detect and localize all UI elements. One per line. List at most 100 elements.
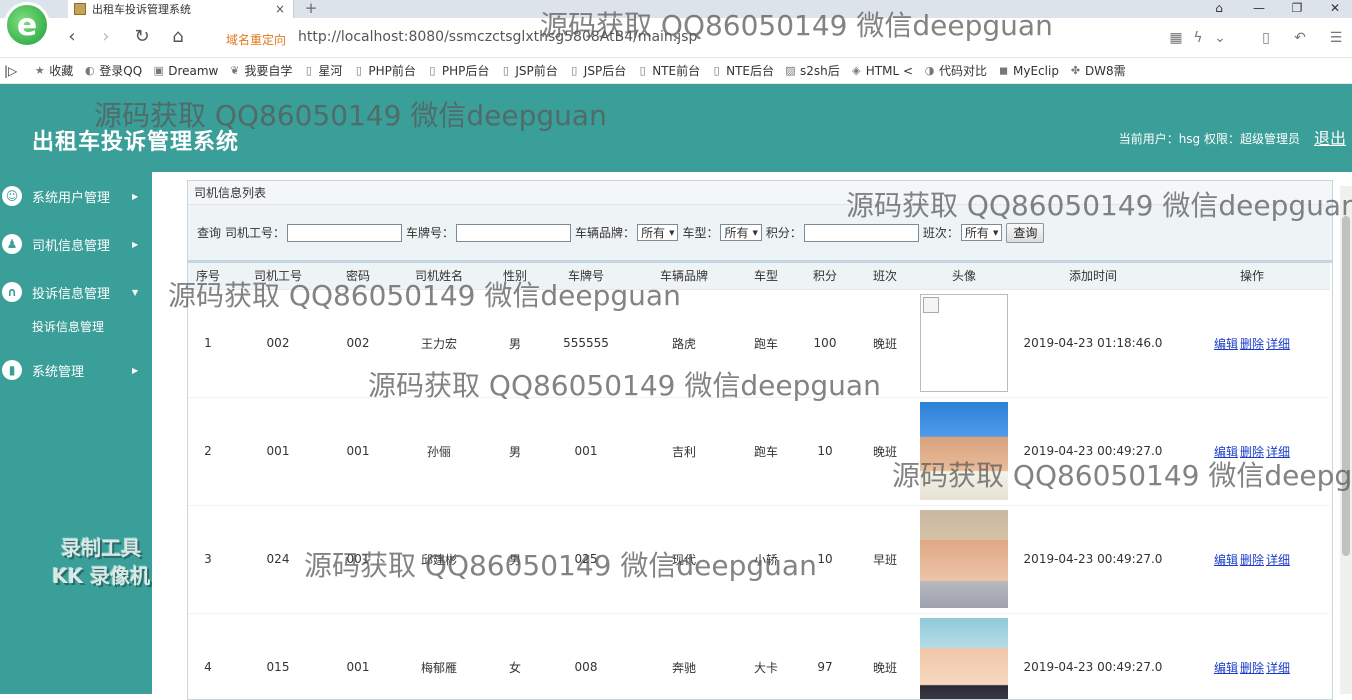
page-scrollbar[interactable] [1340, 186, 1352, 694]
bookmark-label: 星河 [318, 64, 343, 78]
cell-type: 小轿 [736, 505, 796, 614]
bookmark-icon[interactable]: ▯ [1256, 28, 1276, 48]
cell-score: 10 [796, 505, 854, 614]
avatar [920, 618, 1008, 699]
home-icon[interactable]: ⌂ [166, 26, 190, 50]
window-close-icon[interactable]: ✕ [1316, 0, 1352, 18]
url-input[interactable]: http://localhost:8080/ssmczctsglxthsg580… [298, 29, 697, 45]
sidebar-item-system-management[interactable]: ▮ 系统管理 ▶ [0, 355, 152, 385]
table-row: 2 001 001 孙俪男 001 吉利 跑车 10 晚班 2019-04-23 00:49:27… [188, 397, 1330, 506]
detail-link[interactable]: 详细 [1266, 445, 1290, 459]
sidebar-item-user-management[interactable]: ☺ 系统用户管理 ▶ [0, 181, 152, 211]
tab-title: 出租车投诉管理系统 [92, 3, 191, 16]
bookmark-item[interactable]: ★ 收藏 [33, 62, 73, 79]
brand-select-value: 所有 [641, 226, 666, 240]
type-select[interactable]: 所有 ▼ [720, 224, 762, 241]
delete-link[interactable]: 删除 [1240, 661, 1264, 675]
bookmark-item[interactable]: ◈ HTML < [850, 64, 913, 78]
address-bar: ‹ › ↻ ⌂ 域名重定向 http://localhost:8080/ssmc… [0, 18, 1352, 58]
logout-link[interactable]: 退出 [1314, 125, 1346, 149]
detail-link[interactable]: 详细 [1266, 661, 1290, 675]
plate-input[interactable] [456, 223, 572, 242]
cell-plate: 008 [540, 613, 632, 699]
detail-link[interactable]: 详细 [1266, 337, 1290, 351]
cell-shift: 晚班 [854, 613, 916, 699]
edit-link[interactable]: 编辑 [1214, 553, 1238, 567]
broken-image-icon [920, 294, 1008, 392]
bookmark-item[interactable]: ▯ PHP后台 [426, 62, 490, 79]
sidebar-item-complaint-management[interactable]: ∩ 投诉信息管理 ▼ [0, 277, 152, 307]
bookmark-item[interactable]: ▯ NTE前台 [636, 62, 700, 79]
page-icon: ▯ [639, 64, 646, 77]
delete-link[interactable]: 删除 [1240, 337, 1264, 351]
cell-score: 100 [796, 289, 854, 398]
bookmark-label: DW8需 [1084, 64, 1126, 78]
column-header: 添加时间 [1012, 263, 1174, 290]
maximize-icon[interactable]: ❐ [1278, 0, 1316, 18]
chart-icon: ▮ [2, 360, 22, 380]
bookmark-label: HTML < [865, 63, 913, 78]
cell-gender: 男 [490, 505, 540, 614]
bookmark-item[interactable]: ▯ JSP后台 [568, 62, 626, 79]
minimize-icon[interactable]: — [1240, 0, 1278, 18]
grid-icon[interactable]: ▦ [1166, 28, 1186, 48]
search-button[interactable]: 查询 [1006, 222, 1045, 243]
column-header: 头像 [916, 263, 1012, 290]
search-bar: 查询 司机工号： 车牌号： 车辆品牌： 所有 ▼ 车型： 所有 ▼ 积分： 班次： … [188, 205, 1332, 263]
bookmark-item[interactable]: ▨ s2sh后 [784, 62, 839, 79]
chevron-down-icon[interactable]: ⌄ [1210, 28, 1230, 48]
new-tab-button[interactable]: + [302, 0, 320, 18]
scrollbar-thumb[interactable] [1342, 216, 1350, 556]
edit-link[interactable]: 编辑 [1214, 661, 1238, 675]
cell-type: 跑车 [736, 397, 796, 506]
chevron-right-icon: ▶ [132, 365, 139, 375]
sidebar-item-driver-management[interactable]: ♟ 司机信息管理 ▶ [0, 229, 152, 259]
bookmark-item[interactable]: ◑ 代码对比 [923, 62, 987, 79]
cell-gender: 男 [490, 397, 540, 506]
score-input[interactable] [803, 223, 919, 242]
submenu-item-complaint-management[interactable]: 投诉信息管理 [32, 318, 104, 335]
column-header: 车型 [736, 263, 796, 290]
bolt-icon[interactable]: ϟ [1188, 28, 1208, 48]
column-header: 性别 [490, 263, 540, 290]
brand-select[interactable]: 所有 ▼ [637, 224, 679, 241]
detail-link[interactable]: 详细 [1266, 553, 1290, 567]
panel-title: 司机信息列表 [188, 181, 1332, 205]
page-icon: ▯ [713, 64, 720, 77]
bookmark-label: PHP后台 [441, 64, 490, 78]
driver-no-input[interactable] [287, 223, 403, 242]
bookmark-item[interactable]: ▯ 星河 [302, 62, 343, 79]
type-select-value: 所有 [724, 226, 749, 240]
bookmark-item[interactable]: ✤ DW8需 [1069, 62, 1126, 79]
driver-list-panel: 司机信息列表 查询 司机工号： 车牌号： 车辆品牌： 所有 ▼ 车型： 所有 ▼ 积… [187, 180, 1333, 700]
bookmarks-toggle-icon[interactable]: |▷ [4, 64, 17, 78]
cell-type: 大卡 [736, 613, 796, 699]
bookmark-item[interactable]: ▣ Dreamw [152, 64, 219, 78]
browser-tab-bar: 出租车投诉管理系统 × + ⌂ — ❐ ✕ [0, 0, 1352, 18]
shift-select[interactable]: 所有 ▼ [960, 224, 1003, 241]
chevron-right-icon: ▶ [132, 239, 139, 249]
bookmark-item[interactable]: ▯ JSP前台 [499, 62, 558, 79]
menu-icon[interactable]: ☰ [1326, 28, 1346, 48]
back-icon[interactable]: ‹ [60, 26, 84, 50]
table-row: 1 002 002 王力宏男 555555 路虎 跑车 100 晚班 2019-04-23 01:… [188, 289, 1330, 398]
delete-link[interactable]: 删除 [1240, 553, 1264, 567]
bookmark-label: 代码对比 [939, 64, 988, 78]
bookmark-item[interactable]: ▯ NTE后台 [710, 62, 774, 79]
bookmark-item[interactable]: ◼ MyEclip [997, 64, 1059, 78]
forward-icon[interactable]: › [94, 26, 118, 50]
tab-close-icon[interactable]: × [273, 2, 287, 16]
select-caret-icon: ▼ [992, 228, 999, 237]
bookmark-item[interactable]: ▯ PHP前台 [352, 62, 416, 79]
browser-tab[interactable]: 出租车投诉管理系统 × [68, 0, 294, 18]
edit-link[interactable]: 编辑 [1214, 337, 1238, 351]
bookmark-item[interactable]: ❦ 我要自学 [228, 62, 292, 79]
shirt-icon[interactable]: ⌂ [1200, 0, 1238, 18]
delete-link[interactable]: 删除 [1240, 445, 1264, 459]
cell-shift: 晚班 [854, 397, 916, 506]
cell-actions: 编辑 删除 详细 [1174, 613, 1330, 699]
reload-icon[interactable]: ↻ [130, 26, 154, 50]
edit-link[interactable]: 编辑 [1214, 445, 1238, 459]
undo-icon[interactable]: ↶ [1290, 28, 1310, 48]
bookmark-item[interactable]: ◐ 登录QQ [83, 62, 142, 79]
